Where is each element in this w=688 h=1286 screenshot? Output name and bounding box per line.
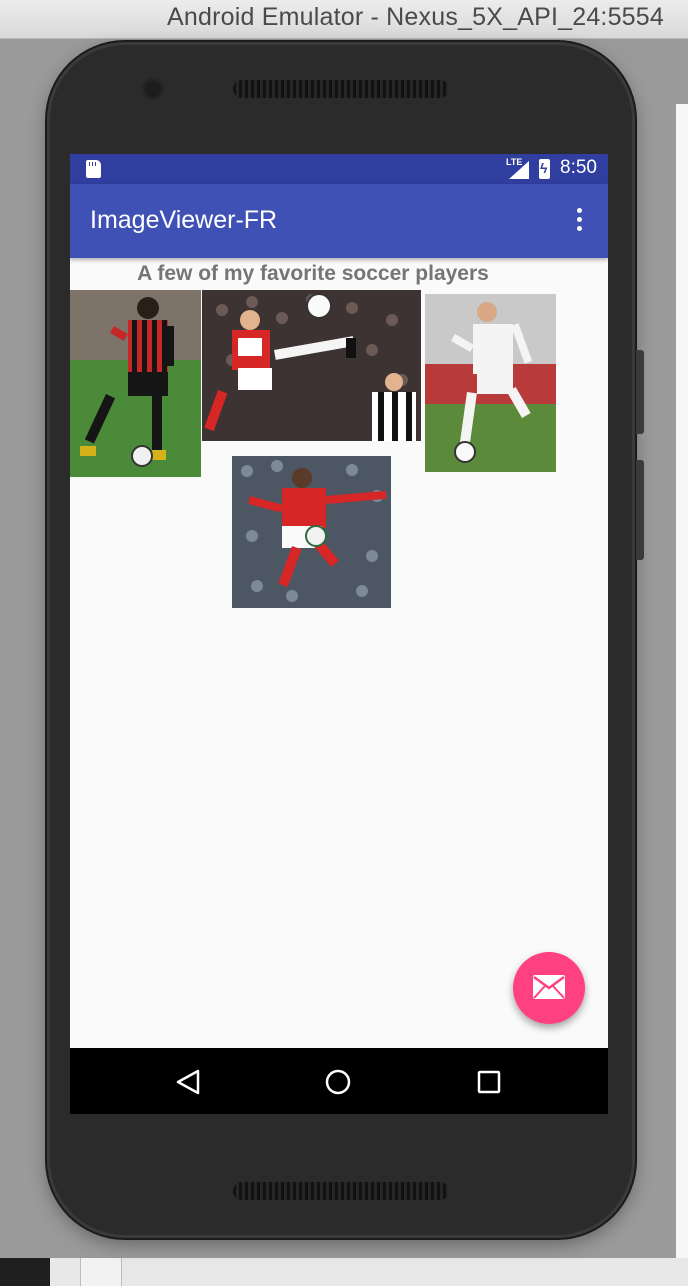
- front-camera: [142, 78, 164, 100]
- home-circle-icon[interactable]: [324, 1068, 352, 1096]
- signal-icon: [509, 161, 529, 179]
- volume-button[interactable]: [636, 350, 644, 434]
- top-speaker: [233, 80, 449, 98]
- more-vert-icon[interactable]: [570, 208, 588, 234]
- app-bar: ImageViewer-FR: [70, 184, 608, 258]
- back-triangle-icon[interactable]: [174, 1068, 202, 1096]
- sd-card-icon: [86, 160, 101, 178]
- player-photo-3[interactable]: [425, 294, 556, 472]
- player-photo-4[interactable]: [232, 456, 391, 608]
- page-heading: A few of my favorite soccer players: [137, 262, 489, 285]
- player-photo-1[interactable]: [70, 290, 201, 477]
- power-button[interactable]: [636, 460, 644, 560]
- app-title: ImageViewer-FR: [90, 206, 278, 234]
- navigation-bar: [70, 1048, 608, 1114]
- status-time: 8:50: [560, 157, 597, 178]
- battery-charging-icon: [539, 159, 550, 179]
- background-pale-block: [80, 1258, 122, 1286]
- background-dark-block: [0, 1258, 50, 1286]
- recents-square-icon[interactable]: [475, 1068, 503, 1096]
- device-screen: LTE 8:50 ImageViewer-FR A few of my favo…: [70, 154, 608, 1114]
- background-ide-strip: [676, 104, 688, 1258]
- emulator-title-bar[interactable]: Android Emulator - Nexus_5X_API_24:5554: [0, 0, 688, 39]
- emulator-window-title: Android Emulator - Nexus_5X_API_24:5554: [167, 3, 664, 31]
- status-bar: LTE 8:50: [70, 154, 608, 184]
- mail-icon: [533, 975, 565, 999]
- background-bottom-strip: [0, 1258, 688, 1286]
- bottom-speaker: [233, 1182, 449, 1200]
- send-email-fab[interactable]: [513, 952, 585, 1024]
- player-photo-2[interactable]: [202, 290, 421, 441]
